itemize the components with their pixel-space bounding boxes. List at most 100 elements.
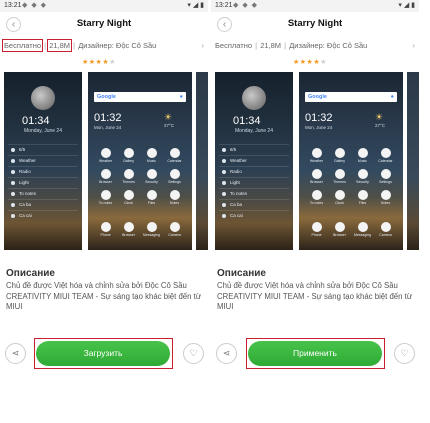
dock-icon: Phone [305,222,328,237]
home-time: 01:32 [305,112,333,124]
app-icon: Files [351,190,374,205]
home-date: Mon, June 24 [305,125,333,130]
app-icon: To notes [94,190,117,205]
lockscreen-preview[interactable]: 01:34 Monday, June 24 8/5 Weather Radio … [4,72,82,250]
app-icon: Themes [328,169,351,184]
dock-icon: Camera [374,222,397,237]
phone-screen-download: 13:21 ◆ ◆ ◆ ▾ ◢ ▮ ‹ Starry Night Бесплат… [0,0,208,382]
app-icon: Weather [305,148,328,163]
dock: Phone Browser Messaging Camera [305,222,397,237]
dock-icon: Camera [163,222,186,237]
lock-date: Monday, June 24 [235,128,273,134]
dock-icon: Browser [117,222,140,237]
sun-icon: ☀ [164,112,173,122]
app-icon: To notes [305,190,328,205]
dock-icon: Phone [94,222,117,237]
list-item: Light [8,177,78,188]
description-text: Chủ đề được Việt hóa và chỉnh sửa bởi Độ… [217,281,413,311]
theme-title: Starry Night [287,18,343,29]
app-grid: Weather Gallery Music Calendar Browser T… [94,148,186,205]
status-bar: 13:21 ◆ ◆ ◆ ▾ ◢ ▮ [0,0,208,12]
notification-icons: ◆ ◆ ◆ [233,2,259,9]
highlight-box [34,338,173,369]
comparison-screenshot: 13:21 ◆ ◆ ◆ ▾ ◢ ▮ ‹ Starry Night Бесплат… [0,0,430,423]
home-date: Mon, June 24 [94,125,122,130]
moon-image [242,86,266,110]
notification-icons: ◆ ◆ ◆ [22,2,48,9]
app-icon: Gallery [117,148,140,163]
status-time: 13:21 [4,2,22,9]
status-bar: 13:21 ◆ ◆ ◆ ▾ ◢ ▮ [211,0,419,12]
app-icon: Clock [117,190,140,205]
home-time: 01:32 [94,112,122,124]
app-icon: Security [351,169,374,184]
description-text: Chủ đề được Việt hóa và chỉnh sửa bởi Độ… [6,281,202,311]
list-item: To notes [219,188,289,199]
lock-list: 8/5 Weather Radio Light To notes Ca ba C… [219,144,289,221]
app-icon: Clock [328,190,351,205]
app-icon: Settings [163,169,186,184]
list-item: 8/5 [8,144,78,155]
status-time: 13:21 [215,2,233,9]
app-icon: Calendar [163,148,186,163]
app-grid: Weather Gallery Music Calendar Browser T… [305,148,397,205]
list-item: Ca ba [8,199,78,210]
list-item: Ca ba [219,199,289,210]
app-icon: Settings [374,169,397,184]
price-label: Бесплатно [215,40,253,50]
share-icon[interactable]: ⋖ [5,343,26,364]
dock-icon: Messaging [140,222,163,237]
list-item: 8/5 [219,144,289,155]
size-label: 21,8M [260,40,282,50]
app-icon: Themes [117,169,140,184]
google-search-bar: Google ● [94,92,186,102]
mic-icon: ● [390,94,394,100]
theme-meta: Бесплатно | 21,8M | Дизайнер: Độc Cô Sầu… [1,38,204,52]
heart-icon[interactable]: ♡ [394,343,415,364]
app-icon: Calendar [374,148,397,163]
heart-icon[interactable]: ♡ [183,343,204,364]
description-title: Описание [217,268,266,279]
lock-list: 8/5 Weather Radio Light To notes Ca ba C… [8,144,78,221]
homescreen-preview[interactable]: Google ● 01:32 Mon, June 24 ☀ 27°C Weathe… [299,72,403,250]
lock-date: Monday, June 24 [24,128,62,134]
next-preview[interactable] [407,72,419,250]
homescreen-preview[interactable]: Google ● 01:32 Mon, June 24 ☀ 27°C Weathe… [88,72,192,250]
share-icon[interactable]: ⋖ [216,343,237,364]
next-preview[interactable] [196,72,208,250]
rating-stars: ★★★★★ [293,59,327,66]
app-icon: Music [140,148,163,163]
chevron-right-icon[interactable]: › [201,41,204,50]
app-icon: Files [140,190,163,205]
app-icon: Security [140,169,163,184]
list-item: Ca cai [8,210,78,221]
list-item: To notes [8,188,78,199]
theme-title: Starry Night [76,18,132,29]
sun-icon: ☀ [375,112,384,122]
app-icon: Music [351,148,374,163]
app-icon: Browser [94,169,117,184]
app-icon: Browser [305,169,328,184]
list-item: Weather [219,155,289,166]
lockscreen-preview[interactable]: 01:34 Monday, June 24 8/5 Weather Radio … [215,72,293,250]
app-icon: Weather [94,148,117,163]
app-icon: Notes [163,190,186,205]
status-right-icons: ▾ ◢ ▮ [398,2,415,9]
dock-icon: Browser [328,222,351,237]
designer-label[interactable]: Дизайнер: Độc Cô Sầu [289,41,367,50]
top-bar: ‹ Starry Night [0,12,208,38]
list-item: Radio [219,166,289,177]
mic-icon: ● [179,94,183,100]
chevron-right-icon[interactable]: › [412,41,415,50]
moon-image [31,86,55,110]
status-right-icons: ▾ ◢ ▮ [187,2,204,9]
phone-screen-apply: 13:21 ◆ ◆ ◆ ▾ ◢ ▮ ‹ Starry Night Бесплат… [211,0,419,382]
dock: Phone Browser Messaging Camera [94,222,186,237]
list-item: Ca cai [219,210,289,221]
list-item: Radio [8,166,78,177]
weather-temp: 27°C [164,123,175,128]
dock-icon: Messaging [351,222,374,237]
size-label: 21,8M [47,38,73,52]
designer-label[interactable]: Дизайнер: Độc Cô Sầu [78,41,156,50]
theme-meta: Бесплатно | 21,8M | Дизайнер: Độc Cô Sầu… [215,40,415,50]
